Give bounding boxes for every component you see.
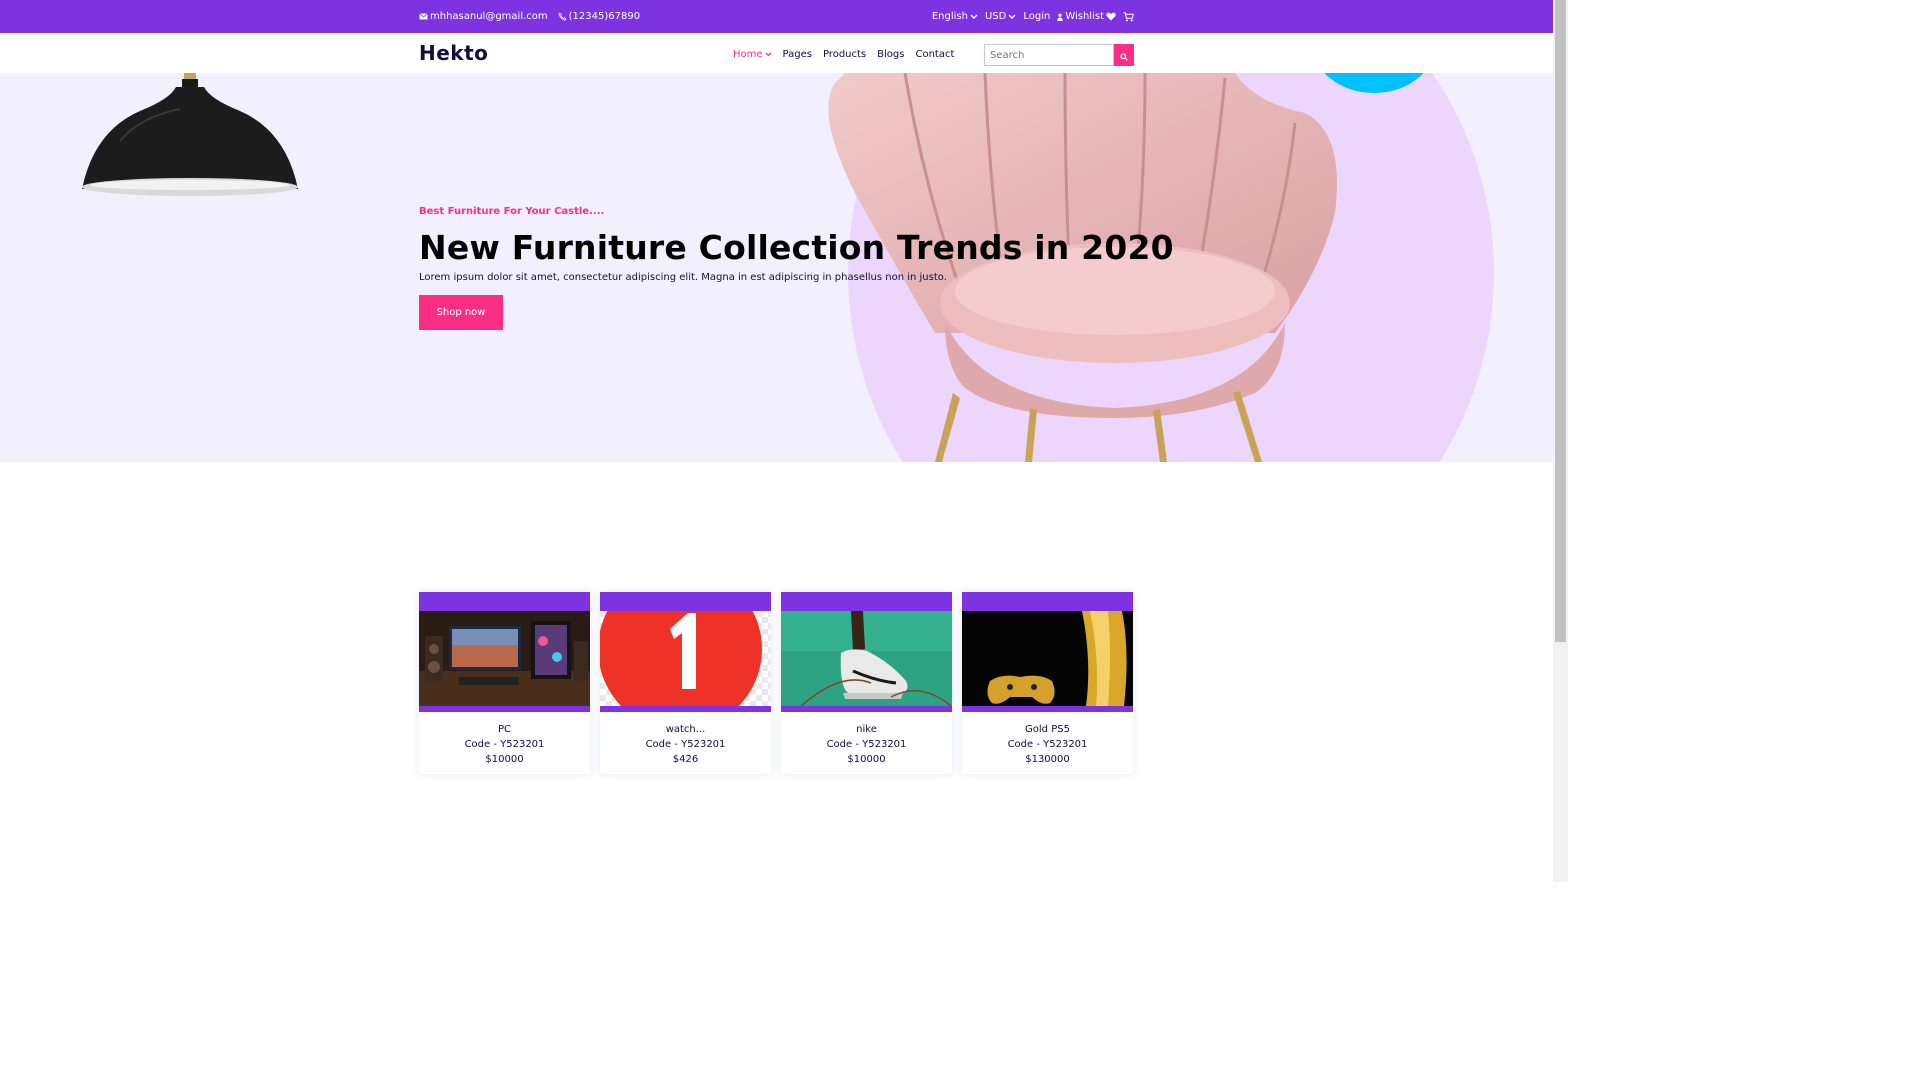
chair-image	[815, 73, 1355, 462]
search-icon	[1120, 46, 1128, 65]
product-code: Code - Y523201	[464, 739, 545, 750]
product-name[interactable]: nike	[781, 722, 952, 737]
cart-button[interactable]	[1123, 11, 1134, 22]
product-price: $130000	[1025, 754, 1070, 765]
top-bar: mhhasanul@gmail.com (12345)67890 English…	[0, 0, 1553, 33]
nav-item-products[interactable]: Products	[823, 49, 866, 60]
search-input[interactable]	[984, 44, 1114, 66]
nav-item-home[interactable]: Home	[733, 49, 772, 60]
product-code: Code - Y523201	[645, 739, 726, 750]
phone-icon	[557, 12, 567, 21]
product-card[interactable]: PC Code - Y523201 $10000	[419, 592, 590, 774]
wishlist-label: Wishlist	[1065, 11, 1104, 22]
card-top-band	[962, 592, 1133, 611]
hero-description: Lorem ipsum dolor sit amet, consectetur …	[419, 272, 947, 283]
product-image-watch	[600, 611, 771, 706]
phone-link[interactable]: (12345)67890	[557, 11, 641, 22]
login-label: Login	[1023, 11, 1051, 22]
product-name[interactable]: watch...	[600, 722, 771, 737]
product-card[interactable]: nike Code - Y523201 $10000	[781, 592, 952, 774]
product-name[interactable]: Gold PS5	[962, 722, 1133, 737]
product-image-nike	[781, 611, 952, 706]
heart-icon	[1106, 12, 1116, 21]
hero-banner: Best Furniture For Your Castle.... New F…	[0, 73, 1553, 462]
user-icon	[1057, 13, 1064, 21]
language-label: English	[931, 11, 968, 22]
account-controls: English USD Login Wishlist	[932, 11, 1134, 22]
scrollbar-thumb[interactable]	[1555, 0, 1566, 642]
product-code: Code - Y523201	[1007, 739, 1088, 750]
product-image-pc	[419, 611, 590, 706]
chevron-down-icon	[1008, 14, 1016, 20]
product-info: Gold PS5 Code - Y523201 $130000	[962, 712, 1133, 767]
login-link[interactable]: Login	[1023, 11, 1050, 22]
product-info: watch... Code - Y523201 $426	[600, 712, 771, 767]
search-bar	[984, 44, 1134, 66]
product-price: $10000	[847, 754, 886, 765]
email-link[interactable]: mhhasanul@gmail.com	[419, 11, 548, 22]
wishlist-link[interactable]: Wishlist	[1057, 11, 1116, 22]
nav-item-label: Home	[733, 49, 763, 60]
chevron-down-icon	[970, 14, 978, 20]
product-card[interactable]: watch... Code - Y523201 $426	[600, 592, 771, 774]
product-code: Code - Y523201	[826, 739, 907, 750]
product-price: $10000	[485, 754, 524, 765]
phone-text: (12345)67890	[568, 11, 641, 22]
mail-icon	[419, 13, 428, 20]
card-top-band	[781, 592, 952, 611]
main-menu: Home Pages Products Blogs Contact	[733, 49, 954, 60]
hero-kicker: Best Furniture For Your Castle....	[419, 206, 605, 217]
main-navbar: Hekto Home Pages Products Blogs Contact	[0, 33, 1553, 73]
nav-item-pages[interactable]: Pages	[783, 49, 812, 60]
currency-select[interactable]: USD	[985, 11, 1016, 22]
currency-label: USD	[984, 11, 1007, 22]
cart-icon	[1123, 11, 1134, 22]
nav-item-blogs[interactable]: Blogs	[877, 49, 904, 60]
hero-headline: New Furniture Collection Trends in 2020	[419, 228, 1174, 267]
chevron-down-icon	[765, 49, 772, 60]
contact-info: mhhasanul@gmail.com (12345)67890	[419, 11, 640, 22]
shop-now-button[interactable]: Shop now	[419, 295, 503, 330]
lamp-image	[80, 73, 300, 205]
product-info: PC Code - Y523201 $10000	[419, 712, 590, 767]
product-grid: PC Code - Y523201 $10000 watch... Code -…	[419, 592, 1133, 774]
language-select[interactable]: English	[932, 11, 978, 22]
card-top-band	[600, 592, 771, 611]
product-info: nike Code - Y523201 $10000	[781, 712, 952, 767]
page-scrollbar[interactable]	[1553, 0, 1568, 882]
product-name[interactable]: PC	[419, 722, 590, 737]
product-card[interactable]: Gold PS5 Code - Y523201 $130000	[962, 592, 1133, 774]
nav-item-contact[interactable]: Contact	[915, 49, 954, 60]
card-top-band	[419, 592, 590, 611]
email-text: mhhasanul@gmail.com	[430, 11, 548, 22]
product-price: $426	[672, 754, 699, 765]
search-button[interactable]	[1114, 44, 1134, 66]
product-image-gold-ps5	[962, 611, 1133, 706]
site-logo[interactable]: Hekto	[419, 41, 488, 65]
